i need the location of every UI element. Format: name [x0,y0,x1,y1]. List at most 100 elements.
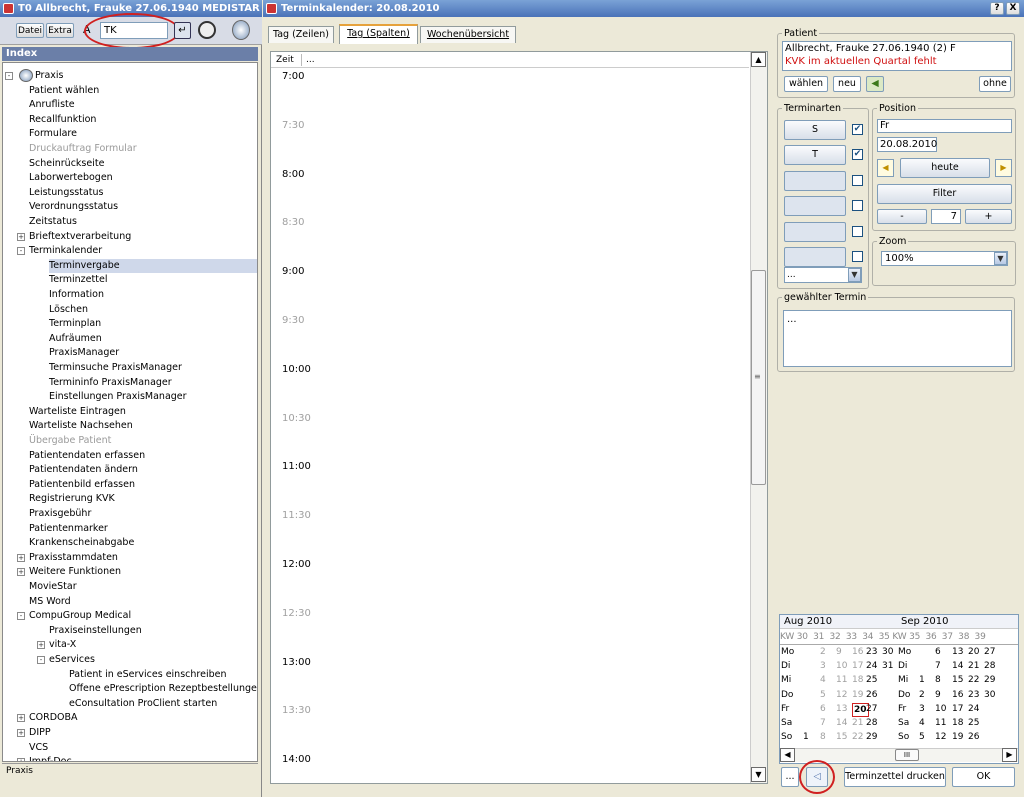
calendar-day[interactable]: 23 [866,646,877,658]
checkbox-checked-icon[interactable]: ✔ [852,124,863,135]
calendar-day[interactable]: 8 [935,674,941,686]
minus-button[interactable]: - [877,209,927,224]
calendar-day[interactable]: 2 [820,646,826,658]
tree-item[interactable]: Praxisgebühr [29,507,91,521]
terminart-button[interactable] [784,170,846,191]
terminart-button[interactable] [784,221,846,242]
checkbox-icon[interactable] [852,174,863,186]
calendar-day[interactable]: 22 [968,674,979,686]
tree-item[interactable]: MovieStar [29,580,77,594]
terminart-button[interactable] [784,196,846,217]
enter-icon[interactable]: ↵ [174,22,191,39]
tree-expander-icon[interactable]: + [17,714,25,723]
tree-item[interactable]: CompuGroup Medical [29,609,131,623]
tab-tag-zeilen[interactable]: Tag (Zeilen) [268,26,334,43]
calendar-day[interactable]: 18 [952,717,963,729]
menu-datei[interactable]: Datei [16,23,44,38]
calendar-day[interactable]: 22 [852,731,863,743]
scroll-down-icon[interactable]: ▼ [751,767,766,782]
calendar-day[interactable]: 12 [935,731,946,743]
tree-item[interactable]: PraxisManager [49,346,119,360]
calendar-day[interactable]: 18 [852,674,863,686]
calendar-day[interactable]: 11 [935,717,946,729]
tree-item[interactable]: Patientendaten ändern [29,463,138,477]
tree-expander-icon[interactable]: - [17,247,25,256]
plus-button[interactable]: + [965,209,1012,224]
checkbox-icon[interactable] [852,225,863,237]
calendar-day[interactable]: 13 [952,646,963,658]
position-date-field[interactable]: 20.08.2010 [877,137,937,152]
tree-item[interactable]: Praxis [35,69,64,83]
tree-item[interactable]: Aufräumen [49,332,102,346]
calendar-day[interactable]: 11 [836,674,847,686]
close-button[interactable]: X [1006,2,1020,15]
calendar-day[interactable]: 25 [866,674,877,686]
calendar-day[interactable]: 8 [820,731,826,743]
terminart-button[interactable] [784,247,846,267]
tree-item[interactable]: Patientenbild erfassen [29,478,135,492]
tree-item[interactable]: Verordnungsstatus [29,200,118,214]
tree-item[interactable]: Einstellungen PraxisManager [49,390,187,404]
tree-item[interactable]: Leistungsstatus [29,186,104,200]
tree-item[interactable]: Patient in eServices einschreiben [69,668,226,682]
tree-item[interactable]: Zeitstatus [29,215,77,229]
tree-expander-icon[interactable]: + [17,553,25,562]
tree-item[interactable]: Information [49,288,104,302]
tree-item[interactable]: Patientenmarker [29,522,108,536]
tree-item[interactable]: Offene ePrescription Rezeptbestellungen [69,682,257,696]
calendar-day[interactable]: 19 [952,731,963,743]
calendar-day[interactable]: 12 [836,689,847,701]
terminarten-dropdown[interactable]: ... ▼ [784,267,862,283]
calendar-day[interactable]: 25 [968,717,979,729]
calendar-day[interactable]: 14 [952,660,963,672]
tree-item[interactable]: Anrufliste [29,98,75,112]
count-field[interactable]: 7 [931,209,961,224]
tree-expander-icon[interactable]: - [5,72,13,80]
tree-item[interactable]: Scheinrückseite [29,157,104,171]
tree-item[interactable]: vita-X [49,638,76,652]
tree-item[interactable]: Terminzettel [49,273,107,287]
calendar-day[interactable]: 2 [919,689,925,701]
calendar-day[interactable]: 10 [935,703,946,715]
heute-button[interactable]: heute [900,158,990,178]
tree-item[interactable]: Brieftextverarbeitung [29,230,131,244]
calendar-day[interactable]: 15 [836,731,847,743]
calendar-day[interactable]: 3 [820,660,826,672]
tree-item[interactable]: Patientendaten erfassen [29,449,145,463]
tree-item[interactable]: Terminkalender [29,244,102,258]
tree-item[interactable]: Praxiseinstellungen [49,624,142,638]
tree-item[interactable]: Terminsuche PraxisManager [49,361,182,375]
tree-item[interactable]: Löschen [49,303,88,317]
tree-item[interactable]: Formulare [29,127,77,141]
tree-item[interactable]: Krankenscheinabgabe [29,536,134,550]
zoom-select[interactable]: 100% ▼ [881,251,1008,266]
tree-expander-icon[interactable]: - [17,612,25,621]
calendar-day[interactable]: 28 [984,660,995,672]
tree-expander-icon[interactable]: + [17,729,25,737]
calendar-day[interactable]: 4 [919,717,925,729]
checkbox-icon[interactable] [852,200,863,212]
tree-item[interactable]: Terminvergabe [49,258,257,273]
terminart-button[interactable]: S [784,120,846,140]
day-grid[interactable] [270,51,768,784]
calendar-day[interactable]: 16 [952,689,963,701]
calendar-day[interactable]: 4 [820,674,826,686]
chevron-down-icon[interactable]: ▼ [848,268,861,282]
tree-item[interactable]: Terminplan [49,317,101,331]
tree-expander-icon[interactable]: + [17,232,25,241]
tab-wochenuebersicht[interactable]: Wochenübersicht [420,26,516,43]
calendar-day[interactable]: 1 [803,731,809,743]
tree-item[interactable]: eConsultation ProClient starten [69,697,217,711]
tree-expander-icon[interactable]: + [17,568,25,577]
calendar-day[interactable]: 6 [820,703,826,715]
calendar-day[interactable]: 28 [866,717,877,729]
calendar-day[interactable]: 6 [935,646,941,658]
calendar-day[interactable]: 31 [882,660,893,672]
calendar-day[interactable]: 26 [968,731,979,743]
calendar-day[interactable]: 27 [984,646,995,658]
menu-extra[interactable]: Extra [46,23,74,38]
filter-button[interactable]: Filter [877,184,1012,204]
tree-expander-icon[interactable]: - [37,656,45,664]
calendar-day[interactable]: 19 [852,689,863,701]
tree-item[interactable]: Praxisstammdaten [29,551,118,565]
